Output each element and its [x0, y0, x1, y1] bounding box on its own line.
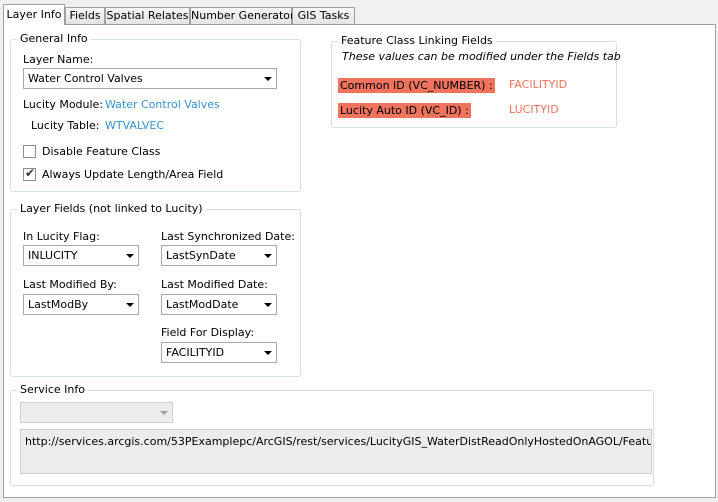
field-for-display-value: FACILITYID [166, 346, 225, 359]
general-info-title: General Info [17, 32, 91, 45]
disable-feature-class-checkbox[interactable] [23, 145, 36, 158]
feature-linking-title: Feature Class Linking Fields [338, 34, 496, 47]
last-modified-by-dropdown[interactable]: LastModBy [23, 294, 139, 315]
chevron-down-icon [264, 77, 272, 81]
service-info-dropdown[interactable] [20, 402, 173, 423]
auto-id-label: Lucity Auto ID (VC_ID) : [338, 103, 471, 118]
service-info-title: Service Info [17, 383, 88, 396]
layer-name-label: Layer Name: [23, 53, 94, 66]
service-url-field[interactable]: http://services.arcgis.com/53PExamplepc/… [20, 429, 652, 474]
common-id-value: FACILITYID [509, 78, 568, 91]
common-id-label: Common ID (VC_NUMBER) : [338, 78, 495, 93]
lucity-module-value: Water Control Valves [105, 98, 220, 111]
tab-number-generators[interactable]: Number Generators [190, 7, 300, 24]
general-info-group: General Info Layer Name: Water Control V… [10, 32, 301, 192]
layer-fields-group: Layer Fields (not linked to Lucity) In L… [10, 202, 301, 377]
lucity-module-label: Lucity Module: [23, 98, 104, 111]
in-lucity-flag-dropdown[interactable]: INLUCITY [23, 245, 139, 266]
layer-name-value: Water Control Valves [28, 72, 143, 85]
always-update-label: Always Update Length/Area Field [42, 168, 224, 181]
tab-fields[interactable]: Fields [65, 7, 105, 24]
layer-info-panel: General Info Layer Name: Water Control V… [3, 24, 716, 498]
disable-feature-class-label: Disable Feature Class [42, 145, 161, 158]
last-modified-date-value: LastModDate [166, 298, 239, 311]
lucity-table-label: Lucity Table: [31, 119, 100, 132]
field-for-display-label: Field For Display: [161, 326, 255, 339]
last-sync-date-value: LastSynDate [166, 249, 236, 262]
layer-name-dropdown[interactable]: Water Control Valves [23, 68, 277, 89]
last-sync-date-dropdown[interactable]: LastSynDate [161, 245, 277, 266]
tab-spatial-relates[interactable]: Spatial Relates [105, 7, 190, 24]
service-url-value: http://services.arcgis.com/53PExamplepc/… [25, 435, 652, 448]
field-for-display-dropdown[interactable]: FACILITYID [161, 342, 277, 363]
feature-linking-note: These values can be modified under the F… [342, 50, 621, 63]
chevron-down-icon [126, 303, 134, 307]
tab-gis-tasks[interactable]: GIS Tasks [292, 7, 355, 24]
last-sync-date-label: Last Synchronized Date: [161, 230, 295, 243]
always-update-checkbox[interactable]: ✔ [23, 166, 36, 181]
chevron-down-icon [160, 411, 168, 415]
chevron-down-icon [264, 303, 272, 307]
feature-linking-group: Feature Class Linking Fields These value… [331, 34, 621, 128]
in-lucity-flag-label: In Lucity Flag: [23, 230, 100, 243]
last-modified-date-dropdown[interactable]: LastModDate [161, 294, 277, 315]
lucity-table-value: WTVALVEC [105, 119, 165, 132]
checkmark-icon: ✔ [25, 166, 36, 180]
tab-layer-info[interactable]: Layer Info [3, 4, 65, 25]
chevron-down-icon [264, 351, 272, 355]
chevron-down-icon [264, 254, 272, 258]
layer-fields-title: Layer Fields (not linked to Lucity) [17, 202, 206, 215]
auto-id-value: LUCITYID [509, 103, 559, 116]
last-modified-date-label: Last Modified Date: [161, 278, 268, 291]
in-lucity-flag-value: INLUCITY [28, 249, 78, 262]
chevron-down-icon [126, 254, 134, 258]
last-modified-by-value: LastModBy [28, 298, 89, 311]
last-modified-by-label: Last Modified By: [23, 278, 117, 291]
